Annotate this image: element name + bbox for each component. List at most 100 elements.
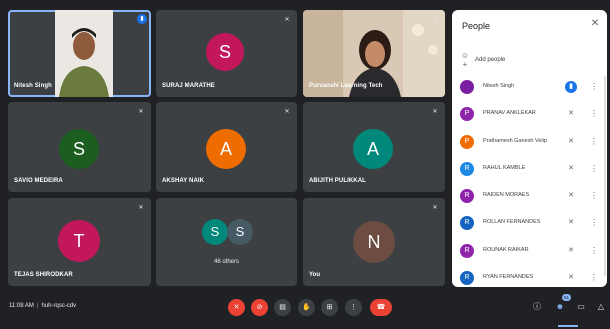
tile-name: SAVIO MEDEIRA [14, 178, 63, 184]
present-icon[interactable]: ⊞ [321, 299, 338, 316]
participant-name: PRANAV ANKLEKAR [483, 110, 536, 117]
speaking-indicator-icon: ▮ [137, 14, 147, 24]
activities-icon[interactable]: △ [594, 300, 608, 314]
meeting-details: 11:08 AM | huh-rqsc-cdv [9, 303, 76, 309]
chat-icon[interactable]: ▭ [574, 300, 588, 314]
participant-name: RYAN FERNANDES [483, 274, 534, 281]
participant-name: ROUNAK RAIKAR [483, 246, 529, 253]
participant-avatar: P [460, 134, 474, 149]
mic-off-icon[interactable]: ✕ [565, 245, 577, 257]
participant-avatar: R [460, 216, 474, 231]
mic-off-icon: ✕ [432, 205, 438, 211]
mic-active-icon[interactable]: ▮ [565, 81, 577, 93]
mic-off-icon[interactable]: ✕ [565, 190, 577, 202]
participant-list: Nitesh Singh ▮ ⋮ P PRANAV ANKLEKAR ✕ ⋮ P Pratham… [452, 74, 607, 287]
camera-off-icon[interactable]: ⊘ [251, 299, 268, 316]
mic-off-icon: ✕ [138, 205, 144, 211]
mic-off-icon[interactable]: ✕ [565, 272, 577, 284]
participant-row[interactable]: R RYAN FERNANDES ✕ ⋮ [452, 265, 607, 287]
mic-off-icon[interactable]: ✕ [565, 136, 577, 148]
participant-name: Prathamesh Ganesh Velip [483, 137, 547, 144]
meeting-code: huh-rqsc-cdv [41, 303, 77, 309]
mic-off-icon[interactable]: ✕ [565, 217, 577, 229]
captions-icon[interactable]: ▤ [274, 299, 291, 316]
bottom-toolbar: 11:08 AM | huh-rqsc-cdv ✕ ⊘ ▤ ✋ ⊞ ⋮ ☎ ⓘ ☻ … [0, 291, 610, 329]
participant-name: RAIDEN MORAES [483, 192, 530, 199]
raise-hand-icon[interactable]: ✋ [298, 299, 315, 316]
people-count-badge: 61 [562, 294, 571, 301]
more-vert-icon[interactable]: ⋮ [590, 81, 598, 93]
participant-row[interactable]: Nitesh Singh ▮ ⋮ [452, 74, 607, 101]
mic-off-icon: ✕ [432, 109, 438, 115]
close-icon[interactable]: ✕ [589, 18, 601, 30]
panel-title: People [462, 21, 491, 31]
video-tile-others[interactable]: S S 46 others [156, 198, 297, 286]
video-tile-akshay[interactable]: ✕ A AKSHAY NAIK [156, 102, 297, 192]
participant-row[interactable]: R RAHUL KAMBLE ✕ ⋮ [452, 156, 607, 183]
participant-row[interactable]: R ROUNAK RAIKAR ✕ ⋮ [452, 238, 607, 265]
mic-off-icon: ✕ [284, 17, 290, 23]
scrollbar[interactable] [604, 76, 606, 276]
add-people-label: Add people [475, 57, 506, 63]
video-tile-self[interactable]: ✕ N You [303, 198, 445, 286]
avatar: S [227, 219, 253, 245]
video-tile-nitesh[interactable]: ▮ Nitesh Singh [8, 10, 151, 97]
mic-off-icon[interactable]: ✕ [565, 163, 577, 175]
tile-name: Purvanshi Learning Tech [309, 83, 383, 89]
participant-row[interactable]: P PRANAV ANKLEKAR ✕ ⋮ [452, 101, 607, 128]
tile-name: You [309, 272, 321, 278]
avatar: A [206, 129, 246, 169]
avatar: S [206, 33, 244, 71]
tile-name: Nitesh Singh [14, 83, 52, 89]
video-tile-abijith[interactable]: ✕ A ABIJITH PULIKKAL [303, 102, 445, 192]
video-tile-purvanshi[interactable]: ✕ Purvanshi Learning Tech [303, 10, 445, 97]
people-icon[interactable]: ☻ [553, 300, 567, 314]
video-tile-suraj[interactable]: ✕ S SURAJ MARATHE [156, 10, 297, 97]
more-vert-icon[interactable]: ⋮ [590, 108, 598, 120]
more-vert-icon[interactable]: ⋮ [345, 299, 362, 316]
participant-name: Nitesh Singh [483, 83, 515, 89]
more-vert-icon[interactable]: ⋮ [590, 136, 598, 148]
avatar: A [353, 129, 393, 169]
more-vert-icon[interactable]: ⋮ [590, 245, 598, 257]
mic-off-icon: ✕ [138, 109, 144, 115]
participant-avatar: R [460, 271, 474, 286]
tile-name: SURAJ MARATHE [162, 83, 215, 89]
avatar: N [353, 221, 395, 263]
info-icon[interactable]: ⓘ [530, 300, 544, 314]
participant-avatar: R [460, 161, 474, 176]
participant-name: RAHUL KAMBLE [483, 164, 526, 171]
more-vert-icon[interactable]: ⋮ [590, 190, 598, 202]
mic-off-icon[interactable]: ✕ [565, 108, 577, 120]
tile-name: AKSHAY NAIK [162, 178, 205, 184]
video-tile-tejas[interactable]: ✕ T TEJAS SHIRODKAR [8, 198, 151, 286]
avatar: S [59, 129, 99, 169]
people-panel: People ✕ ☺+ Add people Nitesh Singh ▮ ⋮ P PR… [452, 10, 607, 287]
add-people-button[interactable]: ☺+ Add people [460, 51, 506, 69]
tile-name: ABIJITH PULIKKAL [309, 178, 366, 184]
participant-video-image [55, 10, 113, 97]
meet-window: ▮ Nitesh Singh ✕ S SURAJ MARATHE ✕ Purva… [0, 0, 610, 329]
person-add-icon: ☺+ [460, 51, 470, 69]
participant-avatar: P [460, 107, 474, 122]
participant-avatar: R [460, 189, 474, 204]
mic-off-icon[interactable]: ✕ [228, 299, 245, 316]
tile-name: TEJAS SHIRODKAR [14, 272, 73, 278]
avatar: T [58, 220, 100, 262]
more-vert-icon[interactable]: ⋮ [590, 217, 598, 229]
video-tile-savio[interactable]: ✕ S SAVIO MEDEIRA [8, 102, 151, 192]
participant-avatar: R [460, 243, 474, 258]
more-vert-icon[interactable]: ⋮ [590, 163, 598, 175]
end-call-icon[interactable]: ☎ [370, 299, 392, 316]
participant-row[interactable]: R RAIDEN MORAES ✕ ⋮ [452, 183, 607, 210]
avatar: S [202, 219, 228, 245]
participant-row[interactable]: P Prathamesh Ganesh Velip ✕ ⋮ [452, 129, 607, 156]
participant-avatar [460, 80, 474, 94]
more-vert-icon[interactable]: ⋮ [590, 272, 598, 284]
mic-off-icon: ✕ [432, 17, 438, 23]
active-tab-indicator [558, 325, 578, 327]
clock-time: 11:08 AM [9, 303, 34, 309]
participant-row[interactable]: R ROLLAN FERNANDES ✕ ⋮ [452, 210, 607, 237]
mic-off-icon: ✕ [284, 109, 290, 115]
participant-name: ROLLAN FERNANDES [483, 219, 541, 226]
